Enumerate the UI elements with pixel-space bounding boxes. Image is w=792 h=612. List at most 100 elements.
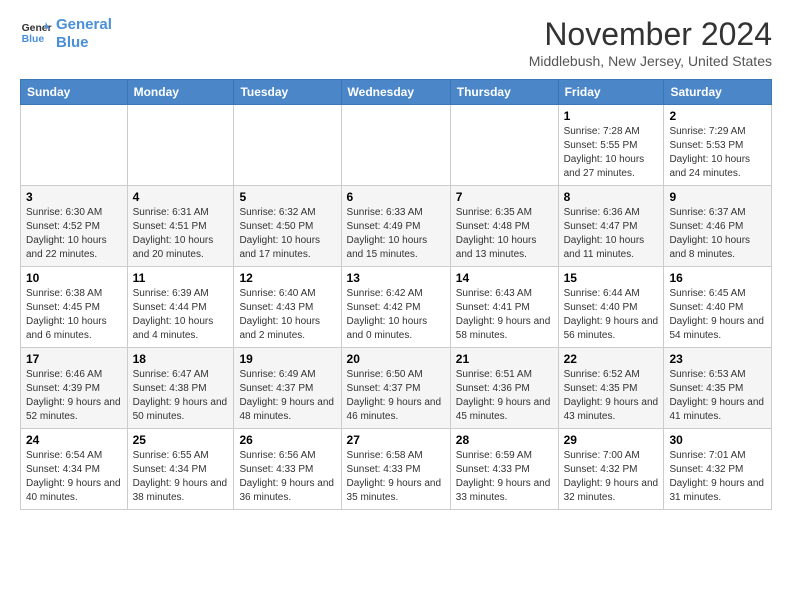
day-info: Sunrise: 6:49 AM Sunset: 4:37 PM Dayligh… bbox=[239, 368, 335, 424]
calendar-cell: 11Sunrise: 6:39 AM Sunset: 4:44 PM Dayli… bbox=[127, 267, 234, 348]
day-info: Sunrise: 6:42 AM Sunset: 4:42 PM Dayligh… bbox=[347, 287, 445, 343]
day-info: Sunrise: 6:50 AM Sunset: 4:37 PM Dayligh… bbox=[347, 368, 445, 424]
day-number: 5 bbox=[239, 190, 335, 204]
day-number: 10 bbox=[26, 271, 122, 285]
calendar-cell: 6 Sunrise: 6:33 AM Sunset: 4:49 PM Daylig… bbox=[341, 186, 450, 267]
calendar-cell bbox=[450, 105, 558, 186]
day-number: 28 bbox=[456, 433, 553, 447]
header: General Blue General Blue November 2024 … bbox=[20, 16, 772, 69]
day-number: 11 bbox=[133, 271, 229, 285]
day-number: 2 bbox=[669, 109, 766, 123]
day-info: Sunrise: 6:31 AM Sunset: 4:51 PM Dayligh… bbox=[133, 206, 229, 262]
title-area: November 2024 Middlebush, New Jersey, Un… bbox=[529, 16, 772, 69]
logo-icon: General Blue bbox=[20, 18, 52, 50]
day-info: Sunrise: 7:28 AM Sunset: 5:55 PM Dayligh… bbox=[564, 125, 659, 181]
calendar-cell: 16 Sunrise: 6:45 AM Sunset: 4:40 PM Dayli… bbox=[664, 267, 772, 348]
location-subtitle: Middlebush, New Jersey, United States bbox=[529, 53, 772, 69]
day-info: Sunrise: 7:29 AM Sunset: 5:53 PM Dayligh… bbox=[669, 125, 766, 181]
day-number: 29 bbox=[564, 433, 659, 447]
calendar-cell: 23Sunrise: 6:53 AM Sunset: 4:35 PM Dayli… bbox=[664, 348, 772, 429]
day-number: 13 bbox=[347, 271, 445, 285]
calendar-cell: 9 Sunrise: 6:37 AM Sunset: 4:46 PM Daylig… bbox=[664, 186, 772, 267]
day-info: Sunrise: 6:47 AM Sunset: 4:38 PM Dayligh… bbox=[133, 368, 229, 424]
day-info: Sunrise: 6:35 AM Sunset: 4:48 PM Dayligh… bbox=[456, 206, 553, 262]
day-number: 17 bbox=[26, 352, 122, 366]
header-tuesday: Tuesday bbox=[234, 80, 341, 105]
day-info: Sunrise: 6:54 AM Sunset: 4:34 PM Dayligh… bbox=[26, 449, 122, 505]
day-number: 27 bbox=[347, 433, 445, 447]
week-row-1: 1 Sunrise: 7:28 AM Sunset: 5:55 PM Daylig… bbox=[21, 105, 772, 186]
day-number: 6 bbox=[347, 190, 445, 204]
header-wednesday: Wednesday bbox=[341, 80, 450, 105]
day-info: Sunrise: 6:45 AM Sunset: 4:40 PM Dayligh… bbox=[669, 287, 766, 343]
calendar-cell: 13 Sunrise: 6:42 AM Sunset: 4:42 PM Dayli… bbox=[341, 267, 450, 348]
calendar-cell bbox=[21, 105, 128, 186]
calendar-cell: 19 Sunrise: 6:49 AM Sunset: 4:37 PM Dayli… bbox=[234, 348, 341, 429]
day-number: 19 bbox=[239, 352, 335, 366]
header-monday: Monday bbox=[127, 80, 234, 105]
logo-blue: Blue bbox=[56, 34, 89, 51]
day-info: Sunrise: 6:44 AM Sunset: 4:40 PM Dayligh… bbox=[564, 287, 659, 343]
calendar-cell: 3 Sunrise: 6:30 AM Sunset: 4:52 PM Daylig… bbox=[21, 186, 128, 267]
calendar-cell: 30Sunrise: 7:01 AM Sunset: 4:32 PM Dayli… bbox=[664, 429, 772, 510]
calendar-cell: 14 Sunrise: 6:43 AM Sunset: 4:41 PM Dayli… bbox=[450, 267, 558, 348]
calendar-cell: 8 Sunrise: 6:36 AM Sunset: 4:47 PM Daylig… bbox=[558, 186, 664, 267]
day-number: 15 bbox=[564, 271, 659, 285]
calendar-cell: 28Sunrise: 6:59 AM Sunset: 4:33 PM Dayli… bbox=[450, 429, 558, 510]
day-info: Sunrise: 6:32 AM Sunset: 4:50 PM Dayligh… bbox=[239, 206, 335, 262]
calendar-cell: 24Sunrise: 6:54 AM Sunset: 4:34 PM Dayli… bbox=[21, 429, 128, 510]
day-number: 1 bbox=[564, 109, 659, 123]
week-row-3: 10 Sunrise: 6:38 AM Sunset: 4:45 PM Dayli… bbox=[21, 267, 772, 348]
day-info: Sunrise: 6:36 AM Sunset: 4:47 PM Dayligh… bbox=[564, 206, 659, 262]
day-info: Sunrise: 6:52 AM Sunset: 4:35 PM Dayligh… bbox=[564, 368, 659, 424]
day-number: 3 bbox=[26, 190, 122, 204]
day-info: Sunrise: 6:51 AM Sunset: 4:36 PM Dayligh… bbox=[456, 368, 553, 424]
day-number: 18 bbox=[133, 352, 229, 366]
day-info: Sunrise: 6:33 AM Sunset: 4:49 PM Dayligh… bbox=[347, 206, 445, 262]
day-info: Sunrise: 7:01 AM Sunset: 4:32 PM Dayligh… bbox=[669, 449, 766, 505]
calendar-cell: 10 Sunrise: 6:38 AM Sunset: 4:45 PM Dayli… bbox=[21, 267, 128, 348]
calendar-cell bbox=[341, 105, 450, 186]
day-info: Sunrise: 6:46 AM Sunset: 4:39 PM Dayligh… bbox=[26, 368, 122, 424]
day-info: Sunrise: 6:37 AM Sunset: 4:46 PM Dayligh… bbox=[669, 206, 766, 262]
month-title: November 2024 bbox=[529, 16, 772, 53]
day-info: Sunrise: 6:56 AM Sunset: 4:33 PM Dayligh… bbox=[239, 449, 335, 505]
day-number: 26 bbox=[239, 433, 335, 447]
day-info: Sunrise: 6:40 AM Sunset: 4:43 PM Dayligh… bbox=[239, 287, 335, 343]
day-number: 12 bbox=[239, 271, 335, 285]
day-number: 4 bbox=[133, 190, 229, 204]
header-saturday: Saturday bbox=[664, 80, 772, 105]
day-number: 14 bbox=[456, 271, 553, 285]
week-row-5: 24Sunrise: 6:54 AM Sunset: 4:34 PM Dayli… bbox=[21, 429, 772, 510]
calendar-cell bbox=[127, 105, 234, 186]
calendar-cell: 18 Sunrise: 6:47 AM Sunset: 4:38 PM Dayli… bbox=[127, 348, 234, 429]
calendar-cell: 5 Sunrise: 6:32 AM Sunset: 4:50 PM Daylig… bbox=[234, 186, 341, 267]
calendar-table: SundayMondayTuesdayWednesdayThursdayFrid… bbox=[20, 79, 772, 510]
calendar-cell: 1 Sunrise: 7:28 AM Sunset: 5:55 PM Daylig… bbox=[558, 105, 664, 186]
day-info: Sunrise: 6:58 AM Sunset: 4:33 PM Dayligh… bbox=[347, 449, 445, 505]
day-number: 7 bbox=[456, 190, 553, 204]
logo: General Blue General Blue bbox=[20, 16, 112, 52]
calendar-cell: 21Sunrise: 6:51 AM Sunset: 4:36 PM Dayli… bbox=[450, 348, 558, 429]
calendar-cell: 26 Sunrise: 6:56 AM Sunset: 4:33 PM Dayli… bbox=[234, 429, 341, 510]
calendar-cell: 29Sunrise: 7:00 AM Sunset: 4:32 PM Dayli… bbox=[558, 429, 664, 510]
day-number: 23 bbox=[669, 352, 766, 366]
day-number: 8 bbox=[564, 190, 659, 204]
day-number: 25 bbox=[133, 433, 229, 447]
day-info: Sunrise: 6:30 AM Sunset: 4:52 PM Dayligh… bbox=[26, 206, 122, 262]
day-info: Sunrise: 6:55 AM Sunset: 4:34 PM Dayligh… bbox=[133, 449, 229, 505]
day-info: Sunrise: 6:38 AM Sunset: 4:45 PM Dayligh… bbox=[26, 287, 122, 343]
day-number: 9 bbox=[669, 190, 766, 204]
logo-general: General bbox=[56, 16, 112, 33]
calendar-cell: 22Sunrise: 6:52 AM Sunset: 4:35 PM Dayli… bbox=[558, 348, 664, 429]
header-sunday: Sunday bbox=[21, 80, 128, 105]
header-thursday: Thursday bbox=[450, 80, 558, 105]
calendar-header-row: SundayMondayTuesdayWednesdayThursdayFrid… bbox=[21, 80, 772, 105]
day-info: Sunrise: 6:43 AM Sunset: 4:41 PM Dayligh… bbox=[456, 287, 553, 343]
calendar-cell bbox=[234, 105, 341, 186]
logo-text: General Blue bbox=[56, 16, 112, 52]
calendar-cell: 17 Sunrise: 6:46 AM Sunset: 4:39 PM Dayli… bbox=[21, 348, 128, 429]
day-number: 16 bbox=[669, 271, 766, 285]
day-number: 20 bbox=[347, 352, 445, 366]
week-row-4: 17 Sunrise: 6:46 AM Sunset: 4:39 PM Dayli… bbox=[21, 348, 772, 429]
